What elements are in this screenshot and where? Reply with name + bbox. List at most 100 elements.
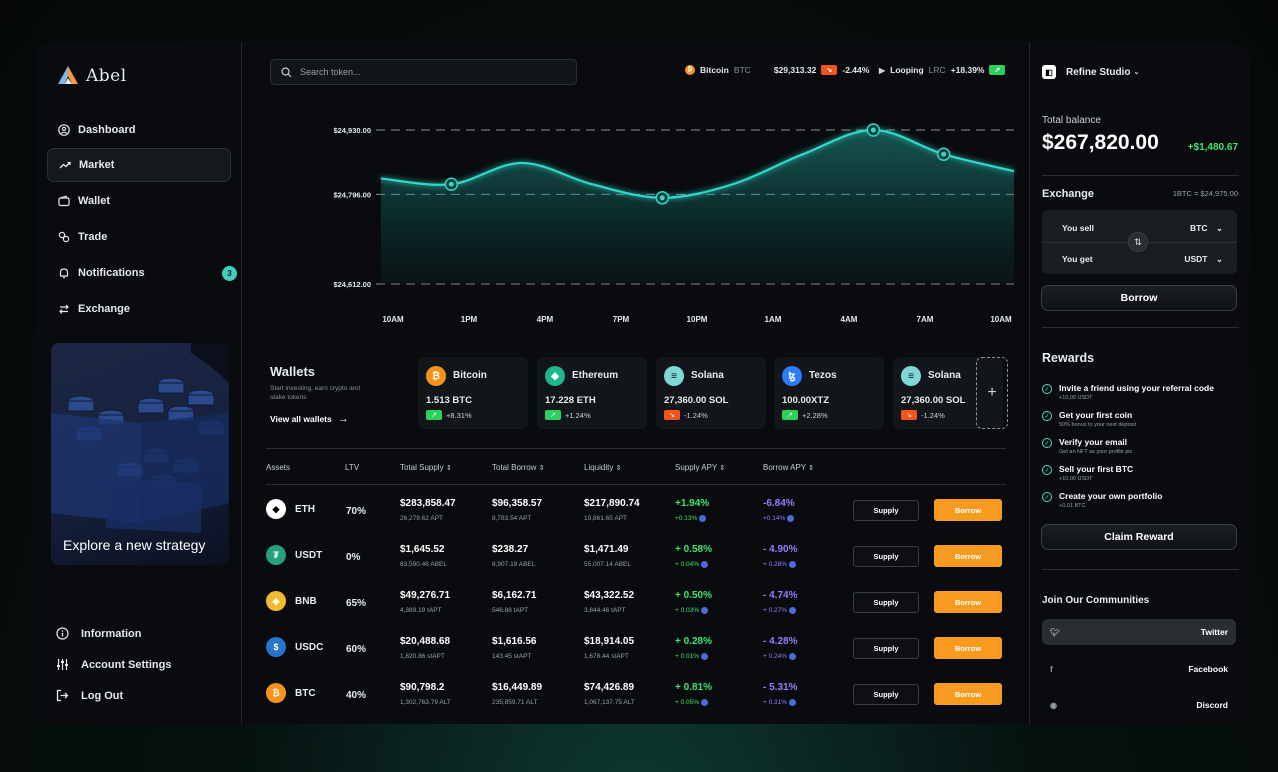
community-twitter[interactable]: 🐦︎ Twitter <box>1042 619 1236 645</box>
liquidity-cell: $18,914.05 1,678.44 stAPT <box>584 636 634 660</box>
check-circle-icon: ✓ <box>1042 411 1052 421</box>
community-facebook[interactable]: f Facebook <box>1042 656 1236 682</box>
col-header-liquidity[interactable]: Liquidity ⇕ <box>584 463 621 472</box>
value: + 0.50% <box>675 590 712 601</box>
chart-point-core <box>448 181 454 187</box>
price-chart[interactable]: $24,930.00 $24,796.00 $24,612.00 10AM 1PM 4P… <box>242 112 1030 332</box>
balance-change: +$1,480.67 <box>1187 142 1238 153</box>
supply-apy-cell: + 0.58% + 0.04% <box>675 544 712 568</box>
promo-card[interactable]: Explore a new strategy <box>51 343 229 565</box>
logo[interactable]: Abel <box>56 64 127 88</box>
add-wallet-button[interactable]: + <box>976 357 1008 429</box>
borrow-button[interactable]: Borrow <box>934 545 1002 567</box>
eth-icon: ◆ <box>266 499 286 519</box>
claim-reward-button[interactable]: Claim Reward <box>1041 524 1237 550</box>
value: $96,358.57 <box>492 498 543 509</box>
nav-label: Trade <box>78 231 108 243</box>
view-all-wallets-link[interactable]: View all wallets → <box>270 413 349 425</box>
ltv-value: 70% <box>346 506 367 517</box>
workspace-selector[interactable]: ◧ Refine Studio ⌄ <box>1042 65 1139 79</box>
token-icon <box>699 515 707 522</box>
check-circle-icon: ✓ <box>1042 492 1052 502</box>
wallet-card-solana[interactable]: ≡ Solana 27,360.00 SOL ↘ -1.24% <box>656 357 766 429</box>
nav-item-account-settings[interactable]: Account Settings <box>56 649 171 680</box>
borrow-button[interactable]: Borrow <box>934 683 1002 705</box>
header-label: Total Borrow <box>492 463 537 472</box>
reward-item[interactable]: ✓ Sell your first BTC +10,00 USDT <box>1042 464 1133 482</box>
wallet-card-ethereum[interactable]: ◆ Ethereum 17.228 ETH ↗ +1.24% <box>537 357 647 429</box>
asset-name: BNB <box>295 596 317 607</box>
search-input[interactable] <box>300 67 540 77</box>
col-header-supply-apy[interactable]: Supply APY ⇕ <box>675 463 725 472</box>
usdt-icon: ₮ <box>266 545 286 565</box>
sub-value-text: + 0.28% <box>763 561 788 569</box>
liquidity-cell: $74,426.89 1,067,137.75 ALT <box>584 682 635 706</box>
wallet-card-tezos[interactable]: ꜩ Tezos 100.00XTZ ↗ +2.28% <box>774 357 884 429</box>
nav-item-trade[interactable]: Trade <box>47 220 231 254</box>
sort-icon: ⇕ <box>445 465 452 472</box>
bnb-icon: ◈ <box>266 591 286 611</box>
reward-item[interactable]: ✓ Verify your email Get an NFT as your pr… <box>1042 437 1132 455</box>
wallet-amount: 17.228 ETH <box>545 395 596 406</box>
nav-item-dashboard[interactable]: Dashboard <box>47 114 231 146</box>
reward-item[interactable]: ✓ Create your own portfolio +0.01 BTC <box>1042 491 1162 509</box>
sell-currency-select[interactable]: BTC ⌄ <box>1190 223 1223 234</box>
col-header-total-supply[interactable]: Total Supply ⇕ <box>400 463 452 472</box>
community-discord[interactable]: ◉ Discord <box>1042 692 1236 718</box>
table-row[interactable]: ◆ ETH 70% $283,858.47 26,279.62 APT $96,358.5… <box>266 494 1006 540</box>
arrow-down-icon: ↘ <box>901 410 917 420</box>
supply-button[interactable]: Supply <box>853 546 919 567</box>
supply-button[interactable]: Supply <box>853 684 919 705</box>
wallet-card-bitcoin[interactable]: ₿ Bitcoin 1.513 BTC ↗ +8.31% <box>418 357 528 429</box>
supply-button[interactable]: Supply <box>853 500 919 521</box>
value: $217,890.74 <box>584 498 640 509</box>
supply-apy-cell: + 0.81% + 0.05% <box>675 682 712 706</box>
reward-item[interactable]: ✓ Invite a friend using your referral co… <box>1042 383 1214 401</box>
table-row[interactable]: ₮ USDT 0% $1,645.52 63,590.46 ABEL $238.27 8,9… <box>266 540 1006 586</box>
arrow-up-icon: ↗ <box>782 410 798 420</box>
value: $49,276.71 <box>400 590 451 601</box>
nav-item-exchange[interactable]: Exchange <box>47 292 231 326</box>
ticker-bitcoin[interactable]: ₿ Bitcoin BTC $29,313.32 ↘ -2.44% <box>685 65 869 75</box>
main-nav: Dashboard Market Wallet Trade Notificati… <box>47 114 237 328</box>
reward-item[interactable]: ✓ Get your first coin 50% bonus to your n… <box>1042 410 1136 428</box>
nav-item-log-out[interactable]: Log Out <box>56 680 171 711</box>
arrow-up-icon: ↗ <box>545 410 561 420</box>
exchange-title: Exchange <box>1042 188 1094 200</box>
search-bar[interactable] <box>270 59 577 85</box>
nav-item-information[interactable]: Information <box>56 618 171 649</box>
col-header-total-borrow[interactable]: Total Borrow ⇕ <box>492 463 545 472</box>
ticker-looping[interactable]: ▶ Looping LRC +18.39% ↗ <box>879 65 1006 75</box>
borrow-button[interactable]: Borrow <box>934 499 1002 521</box>
nav-item-notifications[interactable]: Notifications 3 <box>47 256 237 290</box>
get-currency-select[interactable]: USDT ⌄ <box>1184 254 1223 265</box>
value: $1,616.56 <box>492 636 537 647</box>
sub-value-text: + 0.03% <box>675 607 700 615</box>
solana-icon: ≡ <box>901 366 921 386</box>
nav-item-wallet[interactable]: Wallet <box>47 184 231 218</box>
col-header-borrow-apy[interactable]: Borrow APY ⇕ <box>763 463 814 472</box>
supply-apy-cell: + 0.28% + 0.01% <box>675 636 712 660</box>
supply-button[interactable]: Supply <box>853 592 919 613</box>
value: $90,798.2 <box>400 682 445 693</box>
borrow-apy-cell: - 5.31% + 0.31% <box>763 682 797 706</box>
nav-item-market[interactable]: Market <box>47 148 231 182</box>
app-name: Abel <box>86 66 127 86</box>
total-supply-cell: $90,798.2 1,302,763.79 ALT <box>400 682 451 706</box>
chart-point-core <box>941 151 947 157</box>
swap-icon[interactable]: ⇅ <box>1128 232 1148 252</box>
value: - 4.90% <box>763 544 798 555</box>
divider <box>266 448 1006 449</box>
table-row[interactable]: $ USDC 60% $20,488.68 1,820.86 stAPT $1,616.5… <box>266 632 1006 678</box>
borrow-button[interactable]: Borrow <box>934 591 1002 613</box>
supply-button[interactable]: Supply <box>853 638 919 659</box>
borrow-button[interactable]: Borrow <box>1041 285 1237 311</box>
borrow-button[interactable]: Borrow <box>934 637 1002 659</box>
reward-sub: 50% bonus to your next deposit <box>1059 422 1137 428</box>
table-row[interactable]: ◈ BNB 65% $49,276.71 4,389.19 tAPT $6,162.71 5… <box>266 586 1006 632</box>
solana-icon: ≡ <box>664 366 684 386</box>
get-label: You get <box>1062 254 1093 264</box>
table-row[interactable]: ₿ BTC 40% $90,798.2 1,302,763.79 ALT $16,449.… <box>266 678 1006 724</box>
value: - 4.28% <box>763 636 798 647</box>
supply-apy-cell: + 0.50% + 0.03% <box>675 590 712 614</box>
